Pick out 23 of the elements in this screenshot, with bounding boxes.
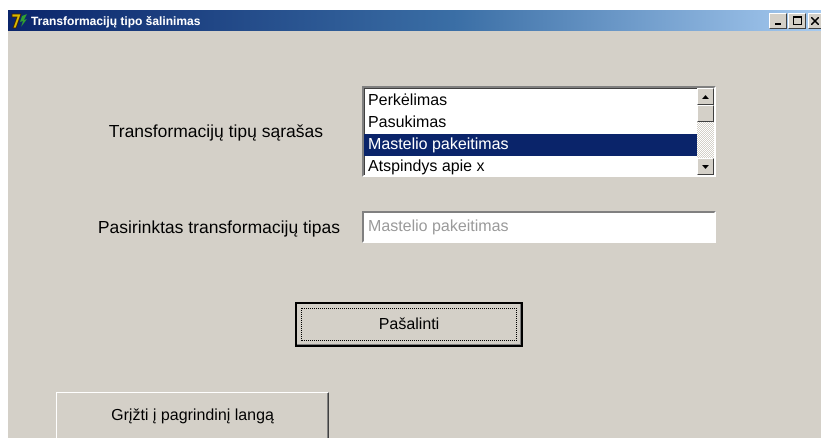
list-item[interactable]: Mastelio pakeitimas bbox=[364, 134, 697, 156]
scroll-up-button[interactable] bbox=[697, 88, 714, 105]
type-list[interactable]: Perkėlimas Pasukimas Mastelio pakeitimas Atspindys apie x bbox=[362, 86, 716, 177]
minimize-icon bbox=[775, 22, 781, 24]
window-title: Transformacijų tipo šalinimas bbox=[31, 14, 202, 28]
scroll-down-button[interactable] bbox=[697, 158, 714, 175]
close-icon bbox=[811, 16, 819, 24]
selected-type-label: Pasirinktas transformacijų tipas bbox=[96, 216, 340, 238]
delete-button[interactable]: Pašalinti bbox=[295, 302, 523, 347]
close-button[interactable] bbox=[808, 12, 821, 28]
list-item[interactable]: Atspindys apie x bbox=[364, 156, 697, 175]
list-label: Transformacijų tipų sąrašas bbox=[108, 121, 324, 142]
list-item[interactable]: Perkėlimas bbox=[364, 90, 697, 112]
back-button[interactable]: Grįžti į pagrindinį langą bbox=[56, 392, 329, 438]
up-arrow-icon bbox=[702, 94, 709, 98]
maximize-icon bbox=[792, 16, 802, 25]
list-item[interactable]: Pasukimas bbox=[364, 112, 697, 134]
scrollbar[interactable] bbox=[697, 88, 714, 175]
minimize-button[interactable] bbox=[769, 12, 787, 28]
scroll-thumb[interactable] bbox=[697, 105, 714, 122]
maximize-button[interactable] bbox=[788, 12, 806, 28]
app-icon bbox=[11, 12, 29, 28]
down-arrow-icon bbox=[702, 164, 709, 168]
